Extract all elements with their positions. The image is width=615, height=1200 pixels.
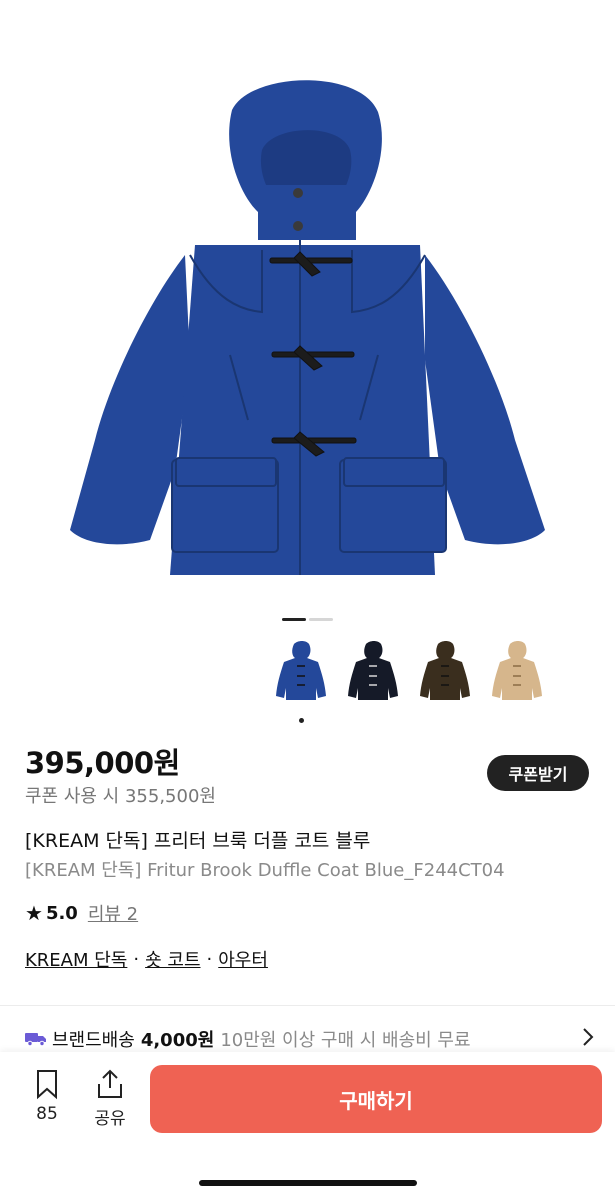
shipping-fee: 4,000원 [140,1030,215,1051]
variant-thumb-black[interactable] [342,640,404,710]
selected-variant-dot [298,718,304,723]
coupon-button[interactable]: 쿠폰받기 [487,755,589,791]
tag-link[interactable]: 숏 코트 [145,946,200,972]
home-indicator [199,1180,417,1186]
duffle-coat-illustration [70,80,545,575]
bottom-action-bar: 85 공유 구매하기 [0,1052,615,1200]
image-pager [282,618,333,621]
shipping-label: 브랜드배송 [52,1030,135,1051]
coat-thumbnail-icon [276,641,326,700]
pager-segment [309,618,333,621]
coat-thumbnail-icon [420,641,470,700]
product-title: [KREAM 단독] 프리터 브룩 더플 코트 블루 [25,830,371,852]
share-label: 공유 [94,1109,126,1129]
bookmark-icon [37,1070,57,1100]
chevron-right-icon [583,1028,594,1046]
rating-score: 5.0 [45,902,78,924]
bookmark-button[interactable]: 85 [25,1068,69,1124]
shipping-info-row[interactable]: 브랜드배송 4,000원 10만원 이상 구매 시 배송비 무료 [25,1026,595,1052]
category-tags: KREAM 단독 · 숏 코트 · 아우터 [25,946,268,972]
coat-thumbnail-icon [348,641,398,700]
tag-link[interactable]: KREAM 단독 [25,946,127,972]
rating-row: ★ 5.0 리뷰 2 [25,900,138,926]
product-price: 395,000원 [25,746,180,780]
coupon-price: 쿠폰 사용 시 355,500원 [25,786,216,807]
pager-segment-active [282,618,306,621]
coat-thumbnail-icon [492,641,542,700]
tag-separator: · [133,948,140,970]
bookmark-count: 85 [36,1104,58,1124]
product-subtitle: [KREAM 단독] Fritur Brook Duffle Coat Blue… [25,860,505,881]
product-image[interactable] [0,0,615,605]
share-button[interactable]: 공유 [88,1068,132,1129]
variant-thumb-beige[interactable] [486,640,548,710]
variant-thumb-brown[interactable] [414,640,476,710]
shipping-note: 10만원 이상 구매 시 배송비 무료 [220,1030,471,1051]
variant-thumb-blue[interactable] [270,640,332,723]
tag-separator: · [206,948,213,970]
truck-icon [25,1033,46,1046]
share-icon [98,1069,122,1098]
star-icon: ★ [25,901,43,925]
buy-button[interactable]: 구매하기 [150,1065,602,1133]
color-variant-thumbnails [270,640,548,723]
tag-link[interactable]: 아우터 [218,946,268,972]
reviews-link[interactable]: 리뷰 2 [88,900,138,926]
section-divider [0,1005,615,1006]
